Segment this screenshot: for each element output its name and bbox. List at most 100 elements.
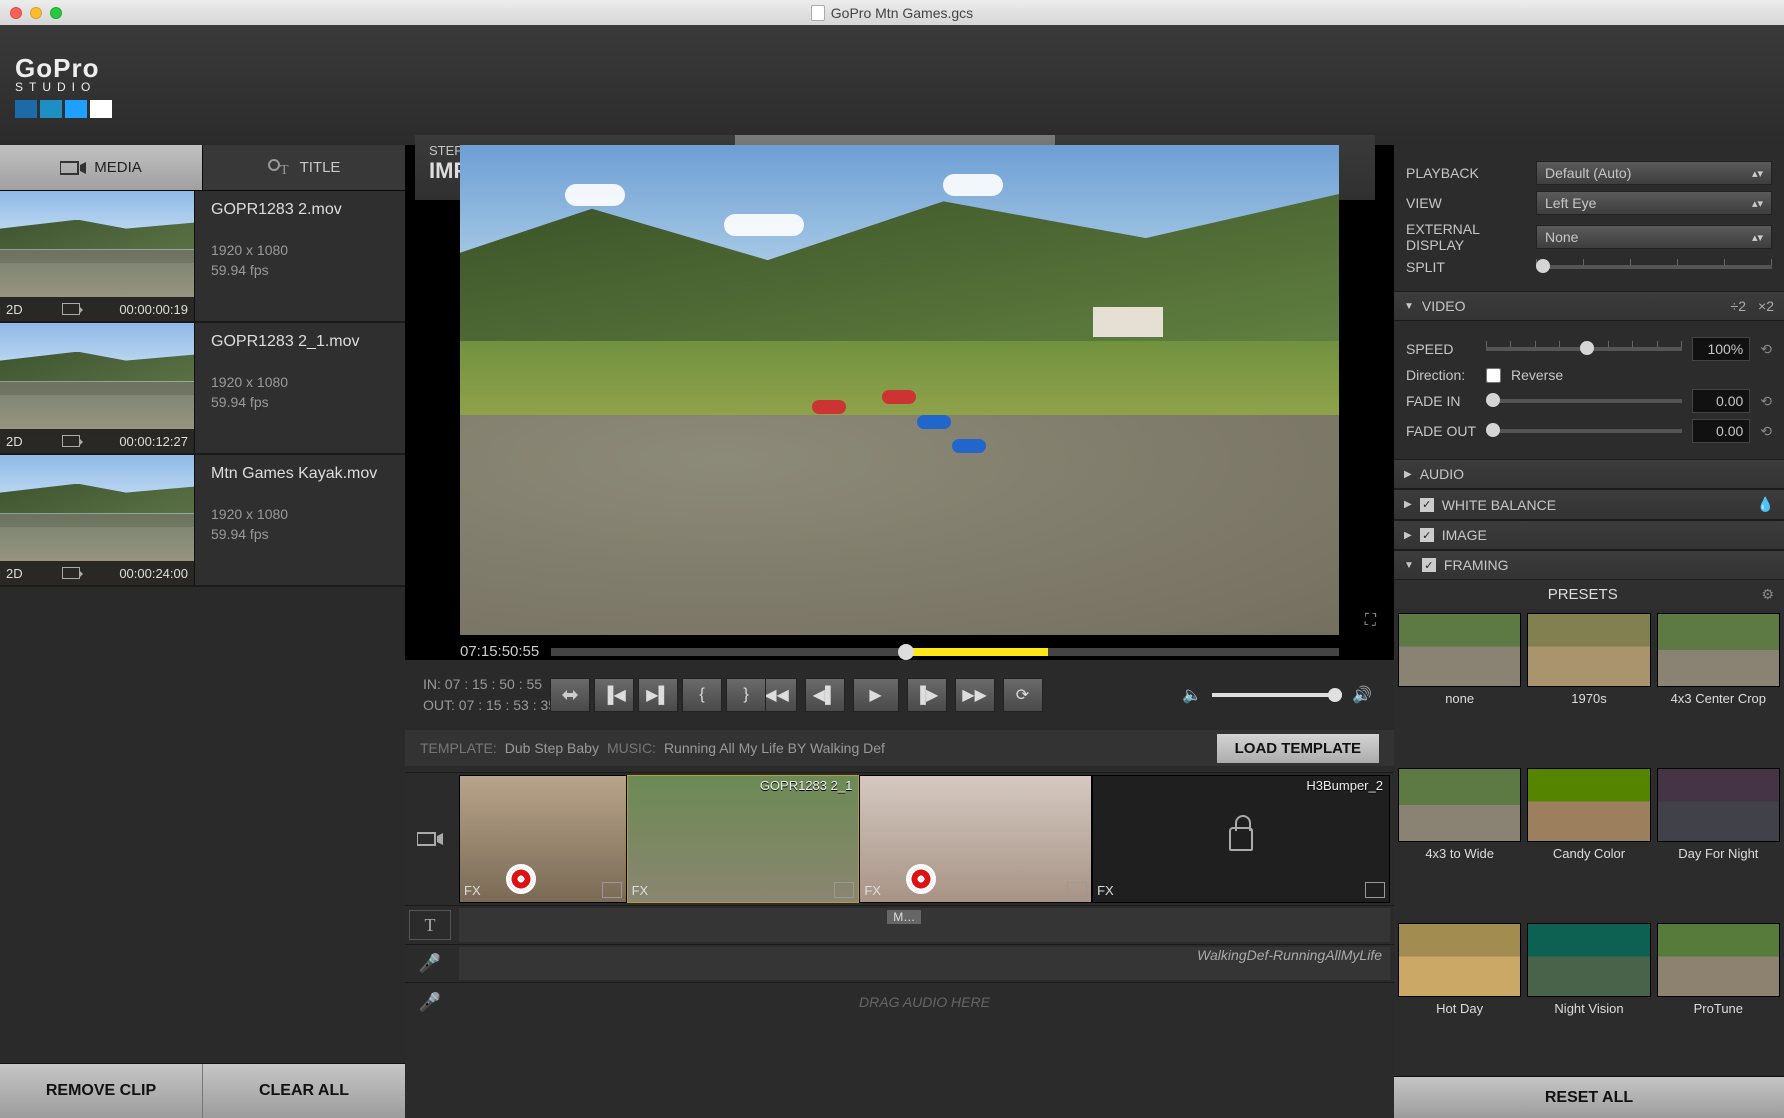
preset-name: 4x3 to Wide xyxy=(1425,846,1494,861)
framing-checkbox[interactable]: ✓ xyxy=(1422,558,1436,572)
tab-title[interactable]: T TITLE xyxy=(203,145,405,190)
clip-speaker-icon[interactable] xyxy=(1365,882,1385,898)
app-header: GoPro STUDIO xyxy=(0,25,1784,145)
split-slider[interactable] xyxy=(1536,265,1772,269)
audio2-drop-zone[interactable]: DRAG AUDIO HERE xyxy=(455,983,1394,1021)
speed-slider[interactable] xyxy=(1486,347,1682,351)
clip-speaker-icon[interactable] xyxy=(834,882,854,898)
zoom-out-button[interactable]: ÷2 xyxy=(1731,298,1746,314)
audio2-track-icon: 🎤 xyxy=(405,983,455,1021)
preset-thumbnail xyxy=(1398,768,1521,842)
camera-icon xyxy=(62,435,80,447)
preset-item[interactable]: 4x3 to Wide xyxy=(1398,768,1521,917)
media-panel: MEDIA T TITLE 2D00:00:00:19GOPR1283 2.mo… xyxy=(0,145,405,1118)
triangle-right-icon: ▶ xyxy=(1404,530,1412,541)
audio-section-header[interactable]: ▶AUDIO xyxy=(1394,459,1784,489)
media-clip[interactable]: 2D00:00:12:27GOPR1283 2_1.mov1920 x 1080… xyxy=(0,323,405,455)
transport-controls: IN: 07 : 15 : 50 : 55 OUT: 07 : 15 : 53 … xyxy=(405,660,1394,730)
remove-clip-button[interactable]: REMOVE CLIP xyxy=(0,1064,203,1118)
center-panel: 07:15:50:55 IN: 07 : 15 : 50 : 55 OUT: 0… xyxy=(405,145,1394,1118)
step-fwd-button[interactable]: ▐▶ xyxy=(907,678,947,712)
preset-thumbnail xyxy=(1398,613,1521,687)
title-track-icon: T xyxy=(409,910,451,940)
playback-select[interactable]: Default (Auto)▴▾ xyxy=(1536,161,1772,185)
clip-speaker-icon[interactable] xyxy=(1067,882,1087,898)
reset-fadein-icon[interactable]: ⟲ xyxy=(1760,393,1772,410)
preset-item[interactable]: 1970s xyxy=(1527,613,1650,762)
clear-all-button[interactable]: CLEAR ALL xyxy=(203,1064,405,1118)
triangle-right-icon: ▶ xyxy=(1404,499,1412,510)
reverse-checkbox[interactable] xyxy=(1486,368,1501,383)
play-button[interactable]: ▶ xyxy=(853,678,899,712)
image-checkbox[interactable]: ✓ xyxy=(1420,528,1434,542)
forward-button[interactable]: ▶▶ xyxy=(955,678,995,712)
step-back-button[interactable]: ◀▌ xyxy=(805,678,845,712)
clip-thumbnail: 2D00:00:12:27 xyxy=(0,323,195,453)
preset-thumbnail xyxy=(1657,923,1780,997)
preset-thumbnail xyxy=(1657,768,1780,842)
view-select[interactable]: Left Eye▴▾ xyxy=(1536,191,1772,215)
clip-thumbnail: 2D00:00:00:19 xyxy=(0,191,195,321)
template-bar: TEMPLATE: Dub Step Baby MUSIC: Running A… xyxy=(405,730,1394,766)
seek-handle[interactable] xyxy=(898,644,914,660)
preset-item[interactable]: Night Vision xyxy=(1527,923,1650,1072)
media-clip[interactable]: 2D00:00:00:19GOPR1283 2.mov1920 x 108059… xyxy=(0,191,405,323)
speed-value[interactable]: 100% xyxy=(1692,337,1750,361)
seek-bar[interactable] xyxy=(551,648,1339,656)
audio1-track-icon: 🎤 xyxy=(405,945,455,982)
preset-name: Day For Night xyxy=(1678,846,1758,861)
framing-section-header[interactable]: ▼✓FRAMING xyxy=(1394,550,1784,580)
fullscreen-button[interactable]: ⛶ xyxy=(1365,612,1376,630)
fadein-slider[interactable] xyxy=(1486,399,1682,403)
media-clip[interactable]: 2D00:00:24:00Mtn Games Kayak.mov1920 x 1… xyxy=(0,455,405,587)
eyedropper-icon[interactable]: 💧 xyxy=(1757,496,1774,513)
loop-button[interactable]: ⟳ xyxy=(1003,678,1043,712)
timeline-clip[interactable]: GOPR1283 2_1FX xyxy=(627,775,860,903)
reset-fadeout-icon[interactable]: ⟲ xyxy=(1760,423,1772,440)
goto-out-button[interactable]: ▶▌ xyxy=(638,678,678,712)
title-track[interactable]: M… xyxy=(459,908,1390,942)
preset-name: none xyxy=(1445,691,1474,706)
preset-item[interactable]: ProTune xyxy=(1657,923,1780,1072)
clip-speaker-icon[interactable] xyxy=(602,882,622,898)
chevron-updown-icon: ▴▾ xyxy=(1752,231,1763,244)
timeline-clip[interactable]: FX xyxy=(859,775,1092,903)
zoom-in-button[interactable]: ×2 xyxy=(1758,298,1774,314)
lock-icon xyxy=(1229,827,1253,851)
video-track[interactable]: FX GOPR1283 2_1FX FX H3Bumper_2FX xyxy=(459,775,1390,903)
timeline-clip[interactable]: FX xyxy=(459,775,627,903)
mute-icon[interactable]: 🔈 xyxy=(1182,685,1202,705)
timeline-clip-locked[interactable]: H3Bumper_2FX xyxy=(1092,775,1390,903)
load-template-button[interactable]: LOAD TEMPLATE xyxy=(1217,734,1379,763)
reset-speed-icon[interactable]: ⟲ xyxy=(1760,341,1772,358)
fadeout-value[interactable]: 0.00 xyxy=(1692,419,1750,443)
mark-in-button[interactable]: { xyxy=(682,678,722,712)
preset-item[interactable]: Day For Night xyxy=(1657,768,1780,917)
mark-clip-button[interactable] xyxy=(550,678,590,712)
preset-item[interactable]: 4x3 Center Crop xyxy=(1657,613,1780,762)
preset-thumbnail xyxy=(1527,613,1650,687)
camera-icon xyxy=(62,303,80,315)
volume-slider[interactable] xyxy=(1212,693,1342,697)
marker[interactable]: M… xyxy=(887,910,921,924)
image-section-header[interactable]: ▶✓IMAGE xyxy=(1394,520,1784,550)
document-icon xyxy=(811,5,825,21)
wb-checkbox[interactable]: ✓ xyxy=(1420,498,1434,512)
gear-icon[interactable]: ⚙ xyxy=(1761,586,1774,603)
tab-media[interactable]: MEDIA xyxy=(0,145,203,190)
goto-in-button[interactable]: ▐◀ xyxy=(594,678,634,712)
audio1-track[interactable]: WalkingDef-RunningAllMyLife xyxy=(459,947,1390,980)
wb-section-header[interactable]: ▶✓WHITE BALANCE💧 xyxy=(1394,489,1784,520)
fadein-value[interactable]: 0.00 xyxy=(1692,389,1750,413)
fadeout-slider[interactable] xyxy=(1486,429,1682,433)
reset-all-button[interactable]: RESET ALL xyxy=(1394,1076,1784,1118)
external-display-select[interactable]: None▴▾ xyxy=(1536,225,1772,249)
svg-text:T: T xyxy=(280,163,289,177)
video-section-header[interactable]: ▼ VIDEO ÷2×2 xyxy=(1394,291,1784,321)
clip-thumbnail: 2D00:00:24:00 xyxy=(0,455,195,585)
preset-item[interactable]: none xyxy=(1398,613,1521,762)
preset-item[interactable]: Candy Color xyxy=(1527,768,1650,917)
preset-item[interactable]: Hot Day xyxy=(1398,923,1521,1072)
mark-out-button[interactable]: } xyxy=(726,678,766,712)
preview-viewer[interactable] xyxy=(460,145,1339,635)
